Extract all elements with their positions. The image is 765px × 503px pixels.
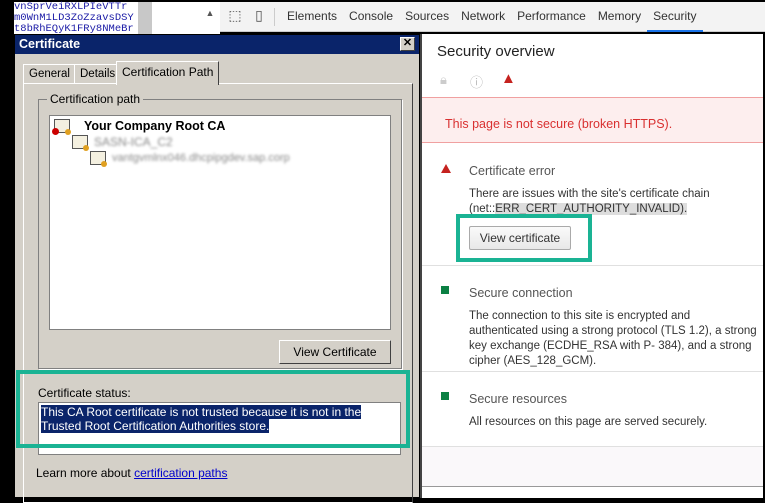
learn-more-text: Learn more about certification paths — [36, 466, 227, 480]
tab-details[interactable]: Details — [74, 64, 122, 84]
certificate-icon — [72, 135, 89, 151]
desc-line: There are issues with the site's certifi… — [469, 188, 710, 200]
certification-tree[interactable]: Your Company Root CA SASN-ICA_C2 vantgvm… — [49, 115, 391, 330]
certification-paths-link[interactable]: certification paths — [134, 466, 227, 480]
scroll-up-arrow-icon[interactable]: ▲ — [200, 2, 220, 34]
error-triangle-icon — [441, 164, 451, 173]
tree-item-leaf[interactable]: vantgvmlnx046.dhcpipgdev.sap.corp — [90, 151, 290, 167]
tab-security[interactable]: Security — [647, 2, 703, 32]
group-label: Certification path — [47, 92, 144, 106]
secure-connection-section: Secure connection The connection to this… — [422, 266, 763, 372]
certificate-icon — [90, 151, 107, 167]
green-square-icon — [441, 392, 449, 400]
section-description: The connection to this site is encrypted… — [469, 309, 759, 369]
desc-line: All resources on this page are served se… — [469, 416, 708, 428]
green-square-icon — [441, 286, 449, 294]
status-highlight-box — [16, 370, 410, 448]
section-title: Secure resources — [469, 392, 567, 406]
security-panel: Security overview 🔒︎ ⓘ ▲ This page is no… — [422, 34, 763, 498]
tab-general[interactable]: General — [23, 64, 76, 84]
section-title: Secure connection — [469, 286, 573, 300]
learn-more-prefix: Learn more about — [36, 466, 135, 480]
dialog-title: Certificate — [19, 37, 81, 51]
scrollbar[interactable] — [138, 2, 152, 34]
device-toolbar-icon[interactable]: ▯ — [250, 7, 268, 27]
tree-item-root[interactable]: Your Company Root CA — [52, 119, 225, 135]
dialog-titlebar: Certificate ✕ — [15, 35, 419, 54]
tab-certification-path[interactable]: Certification Path — [116, 61, 220, 85]
toolbar-divider — [274, 7, 275, 26]
close-icon[interactable]: ✕ — [400, 37, 415, 51]
section-description: All resources on this page are served se… — [469, 415, 759, 430]
tree-item-intermediate[interactable]: SASN-ICA_C2 — [72, 135, 173, 151]
certificate-error-icon — [52, 119, 71, 135]
info-icon[interactable]: ⓘ — [470, 72, 483, 91]
section-description: There are issues with the site's certifi… — [469, 187, 759, 217]
inspect-element-icon[interactable]: ⬚ — [226, 7, 244, 27]
warning-icon[interactable]: ▲ — [501, 70, 516, 87]
source-code-strip: vnSprVeiRXLPIeVTTr m0WnM1LD3ZoZzavsDSY t… — [14, 2, 214, 35]
panel-footer — [422, 447, 763, 487]
certification-path-group: Certification path Your Company Root CA … — [38, 92, 402, 369]
section-title: Certificate error — [469, 164, 556, 178]
lock-icon[interactable]: 🔒︎ — [440, 72, 447, 88]
view-certificate-button[interactable]: View Certificate — [279, 340, 391, 364]
tab-performance[interactable]: Performance — [511, 2, 592, 32]
tab-elements[interactable]: Elements — [281, 2, 343, 32]
tab-console[interactable]: Console — [343, 2, 399, 32]
tab-memory[interactable]: Memory — [592, 2, 647, 32]
view-certificate-highlight-box — [456, 214, 592, 262]
tab-network[interactable]: Network — [455, 2, 511, 32]
tab-sources[interactable]: Sources — [399, 2, 455, 32]
devtools-toolbar: ⬚ ▯ Elements Console Sources Network Per… — [220, 2, 765, 32]
not-secure-banner: This page is not secure (broken HTTPS). — [422, 97, 763, 143]
secure-resources-section: Secure resources All resources on this p… — [422, 372, 763, 447]
security-overview-title: Security overview — [437, 43, 555, 60]
